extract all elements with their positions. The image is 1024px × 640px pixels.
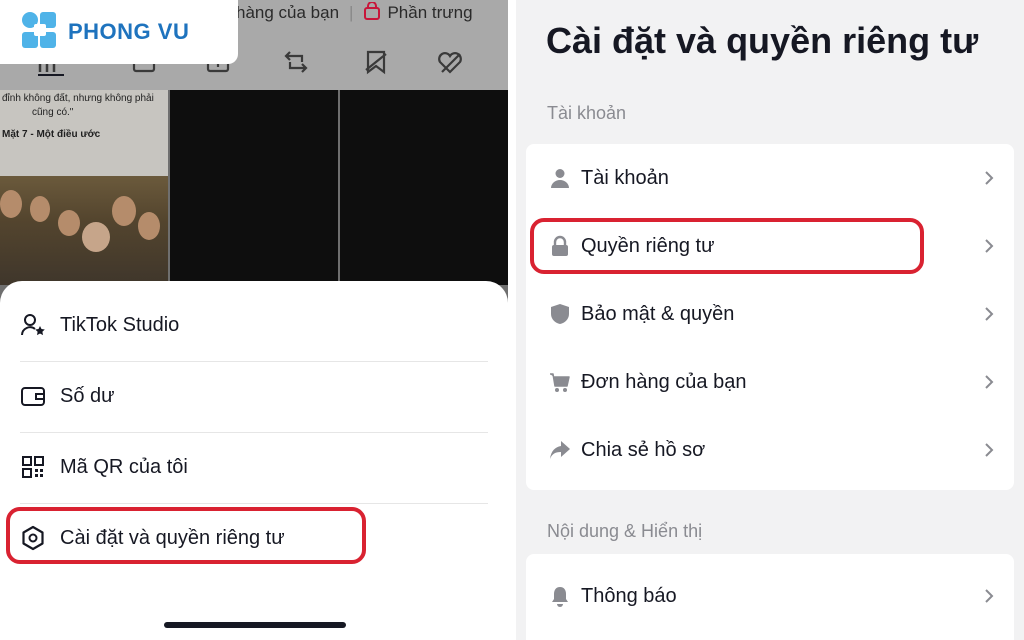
- settings-row-label: Đơn hàng của bạn: [581, 370, 747, 393]
- person-icon: [548, 166, 572, 190]
- highlight-box: [530, 218, 924, 274]
- video-thumbnail[interactable]: [340, 90, 508, 285]
- video-thumbnail[interactable]: đỉnh không đất, nhưng không phải cũng có…: [0, 90, 168, 285]
- menu-item-label: Số dư: [60, 384, 115, 407]
- settings-row-label: Thông báo: [581, 584, 677, 607]
- phong-vu-logo-text: PHONG VU: [68, 19, 190, 44]
- phong-vu-logo: PHONG VU: [0, 0, 238, 64]
- settings-row-share-profile[interactable]: Chia sẻ hồ sơ: [526, 416, 1014, 484]
- settings-row-account[interactable]: Tài khoản: [526, 144, 1014, 212]
- orders-link[interactable]: hàng của bạn: [236, 3, 339, 23]
- chevron-right-icon: [982, 171, 996, 185]
- tiktok-profile-panel: hàng của bạn | Phần trưng PHONG VU đỉnh …: [0, 0, 508, 640]
- person-figure: [58, 210, 80, 236]
- reposts-tab-icon[interactable]: [282, 48, 310, 76]
- menu-item-qr-code[interactable]: Mã QR của tôi: [20, 432, 488, 502]
- favorites-tab-icon[interactable]: [362, 48, 390, 76]
- video-caption-line: cũng có.": [32, 107, 74, 118]
- video-caption-line: đỉnh không đất, nhưng không phải: [2, 93, 154, 104]
- person-figure: [82, 222, 110, 252]
- settings-row-security[interactable]: Bảo mật & quyền: [526, 280, 1014, 348]
- profile-menu-sheet: TikTok Studio Số dư Mã QR của tôi Cài đặ…: [0, 281, 508, 640]
- cart-icon: [548, 370, 572, 394]
- showcase-link-label: Phần trưng: [387, 3, 473, 22]
- profile-top-links: hàng của bạn | Phần trưng: [236, 0, 473, 26]
- person-figure: [112, 196, 136, 226]
- settings-row-orders[interactable]: Đơn hàng của bạn: [526, 348, 1014, 416]
- chevron-right-icon: [982, 239, 996, 253]
- settings-panel: Cài đặt và quyền riêng tư Tài khoản Tài …: [516, 0, 1024, 640]
- menu-item-label: Mã QR của tôi: [60, 455, 188, 478]
- chevron-right-icon: [982, 375, 996, 389]
- share-icon: [548, 438, 572, 462]
- liked-tab-icon[interactable]: [436, 48, 464, 76]
- section-label-account: Tài khoản: [547, 103, 627, 123]
- settings-row-label: Tài khoản: [581, 166, 669, 189]
- page-title: Cài đặt và quyền riêng tư: [546, 20, 979, 61]
- highlight-box: [6, 507, 366, 564]
- qr-code-icon: [20, 454, 46, 480]
- settings-row-label: Bảo mật & quyền: [581, 302, 735, 325]
- menu-item-balance[interactable]: Số dư: [20, 361, 488, 431]
- person-figure: [0, 190, 22, 218]
- person-figure: [30, 196, 50, 222]
- bell-icon: [548, 584, 572, 608]
- video-caption: đỉnh không đất, nhưng không phải cũng có…: [0, 90, 168, 176]
- menu-item-label: TikTok Studio: [60, 313, 180, 336]
- settings-row-label: Chia sẻ hồ sơ: [581, 438, 706, 461]
- menu-item-tiktok-studio[interactable]: TikTok Studio: [20, 290, 488, 360]
- chevron-right-icon: [982, 443, 996, 457]
- content-display-card: Thông báo: [526, 554, 1014, 640]
- link-separator: |: [349, 3, 354, 22]
- section-label-content-display: Nội dung & Hiển thị: [547, 521, 703, 541]
- wallet-icon: [20, 383, 46, 409]
- video-thumbnail-image: [0, 176, 168, 285]
- chevron-right-icon: [982, 589, 996, 603]
- shield-icon: [548, 302, 572, 326]
- showcase-link[interactable]: Phần trưng: [363, 0, 473, 25]
- home-indicator: [164, 622, 346, 628]
- person-star-icon: [20, 312, 46, 338]
- settings-row-notifications[interactable]: Thông báo: [526, 562, 1014, 630]
- account-settings-card: Tài khoản Quyền riêng tư Bảo mật & quyền…: [526, 144, 1014, 490]
- shopping-bag-icon: [363, 0, 381, 25]
- video-thumbnail[interactable]: [170, 90, 338, 285]
- chevron-right-icon: [982, 307, 996, 321]
- video-grid: đỉnh không đất, nhưng không phải cũng có…: [0, 90, 508, 285]
- phong-vu-logo-mark: [20, 10, 60, 55]
- person-figure: [138, 212, 160, 240]
- video-caption-line: Mặt 7 - Một điều ước: [2, 129, 101, 140]
